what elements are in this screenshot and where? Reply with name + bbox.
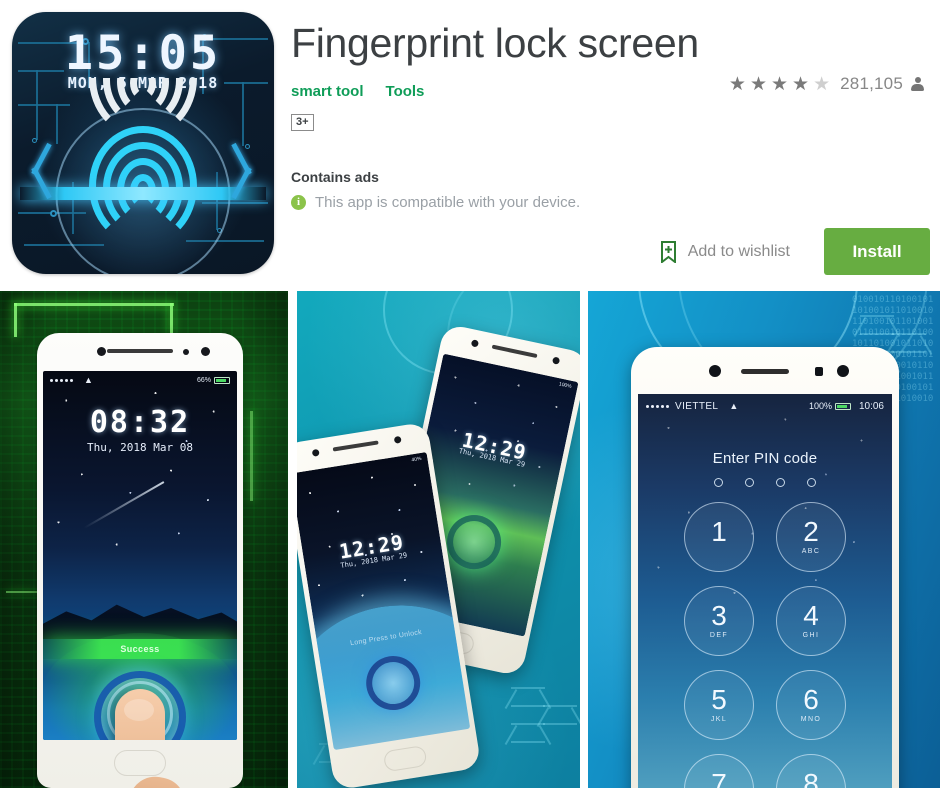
phone-camera-icon — [709, 365, 721, 377]
app-header: 15:05 MON, 5 MAR 2018 Fingerprint lock s… — [0, 0, 940, 291]
pin-key-letters: MNO — [800, 716, 822, 723]
install-button[interactable]: Install — [824, 228, 930, 275]
add-to-wishlist-button[interactable]: Add to wishlist — [650, 235, 800, 269]
rating-count: 281,105 — [840, 74, 903, 93]
battery-percent: 66% — [196, 377, 211, 384]
phone-sensor-icon — [393, 435, 402, 444]
wifi-icon: ▲ — [84, 375, 93, 385]
page-title: Fingerprint lock screen — [291, 20, 699, 66]
pin-key-digit: 1 — [711, 516, 727, 547]
signal-icon — [50, 379, 73, 382]
pin-key-1[interactable]: 1 — [684, 502, 754, 572]
star-rating: ★ ★ ★ ★ ★ — [729, 75, 830, 94]
pin-key-2[interactable]: 2 ABC — [776, 502, 846, 572]
phone-speaker — [107, 349, 173, 353]
pin-key-6[interactable]: 6 MNO — [776, 670, 846, 740]
lockscreen-time: 08:32 — [89, 405, 191, 440]
phone-sensor2-icon — [837, 365, 849, 377]
phone-camera-icon — [470, 339, 480, 348]
pin-key-5[interactable]: 5 JKL — [684, 670, 754, 740]
pin-key-letters: ABC — [801, 548, 821, 555]
pin-key-digit: 6 — [803, 684, 819, 715]
status-clock: 10:06 — [858, 400, 884, 412]
compatibility-row: i This app is compatible with your devic… — [291, 194, 930, 211]
signal-icon — [646, 404, 669, 408]
phone-home-button — [114, 750, 166, 776]
pin-key-digit: 8 — [803, 768, 819, 788]
screenshot-pin-pad[interactable]: 0100101101001011010010110100101101001011… — [588, 291, 940, 788]
chevron-right-icon — [228, 142, 258, 200]
battery-percent-pin: 100% — [808, 401, 832, 411]
pin-key-digit: 5 — [711, 684, 727, 715]
star-icon-4: ★ — [792, 73, 810, 95]
wishlist-label: Add to wishlist — [687, 242, 790, 260]
success-text: Success — [120, 644, 160, 654]
star-icon-5: ★ — [813, 73, 831, 95]
category-link[interactable]: Tools — [386, 83, 425, 100]
pin-key-digit: 7 — [711, 768, 727, 788]
star-icon-2: ★ — [749, 73, 767, 95]
compatibility-text: This app is compatible with your device. — [315, 194, 581, 212]
pin-keypad: 1 2 ABC 3 DEF 4 GHI 5 JKL 6 MNO 7 8 — [638, 502, 892, 788]
finger-illustration — [115, 689, 165, 740]
phone-speaker — [741, 369, 789, 374]
success-banner: Success — [43, 639, 237, 659]
screenshot-unlock-success[interactable]: ▲ 66% 08:32 Thu, 2018 Mar 08 Success — [0, 291, 288, 788]
pin-key-digit: 2 — [803, 516, 819, 547]
phone-sensor-icon — [815, 367, 823, 376]
pin-key-letters: GHI — [802, 632, 820, 639]
app-info-column: Fingerprint lock screen smart tool Tools… — [291, 12, 930, 211]
carrier-label: VIETTEL — [675, 400, 719, 412]
action-row: Add to wishlist Install — [650, 228, 930, 275]
content-rating-badge: 3+ — [291, 114, 314, 132]
phone-status-bar-pin: VIETTEL ▲ 100% 10:06 — [638, 399, 892, 413]
app-icon: 15:05 MON, 5 MAR 2018 — [12, 12, 274, 274]
lockscreen-date: Thu, 2018 Mar 08 — [87, 441, 193, 454]
phone-home-button-front — [382, 744, 428, 773]
phone-mockup-pin: VIETTEL ▲ 100% 10:06 Enter PIN code 1 2 … — [631, 347, 899, 788]
phone-sensor2-icon — [201, 347, 210, 356]
pin-slot-indicators — [638, 478, 892, 487]
pin-key-4[interactable]: 4 GHI — [776, 586, 846, 656]
pin-key-7[interactable]: 7 PQRS — [684, 754, 754, 788]
pin-key-letters: JKL — [710, 716, 728, 723]
fingerprint-lower-half — [80, 78, 206, 164]
phone-camera-icon — [97, 347, 106, 356]
phone-mockup: ▲ 66% 08:32 Thu, 2018 Mar 08 Success — [37, 333, 243, 788]
battery-icon — [214, 377, 230, 384]
screenshot-two-phones[interactable]: 100% 12:29 Thu, 2018 Mar 29 40% 12:29 Th… — [297, 291, 580, 788]
phone-sensor-icon — [183, 349, 189, 355]
bookmark-plus-icon — [660, 240, 677, 263]
pin-key-digit: 3 — [711, 600, 727, 631]
info-icon: i — [291, 195, 306, 211]
pin-key-letters: DEF — [709, 632, 729, 639]
phone-screen-pin: VIETTEL ▲ 100% 10:06 Enter PIN code 1 2 … — [638, 394, 892, 788]
icon-clock-text: 15:05 — [64, 26, 222, 81]
phone-camera-icon — [311, 448, 320, 457]
star-icon-1: ★ — [728, 73, 746, 95]
pin-key-digit: 4 — [803, 600, 819, 631]
phone-screen: ▲ 66% 08:32 Thu, 2018 Mar 08 Success — [43, 371, 237, 740]
wifi-icon: ▲ — [729, 400, 739, 411]
person-icon — [911, 76, 924, 92]
rating-block: ★ ★ ★ ★ ★ 281,105 — [729, 74, 924, 94]
app-listing-page: 15:05 MON, 5 MAR 2018 Fingerprint lock s… — [0, 0, 940, 788]
chevron-left-icon — [28, 142, 58, 200]
battery-icon — [834, 402, 851, 410]
pin-prompt-label: Enter PIN code — [712, 450, 818, 467]
phone-status-bar: ▲ 66% — [43, 374, 237, 387]
star-icon-3: ★ — [771, 73, 789, 95]
pin-key-3[interactable]: 3 DEF — [684, 586, 754, 656]
pin-key-8[interactable]: 8 TUV — [776, 754, 846, 788]
developer-link[interactable]: smart tool — [291, 83, 364, 100]
screenshot-gallery: ▲ 66% 08:32 Thu, 2018 Mar 08 Success 100… — [0, 291, 940, 788]
contains-ads-label: Contains ads — [291, 169, 379, 186]
phone-sensor-icon — [551, 356, 561, 365]
